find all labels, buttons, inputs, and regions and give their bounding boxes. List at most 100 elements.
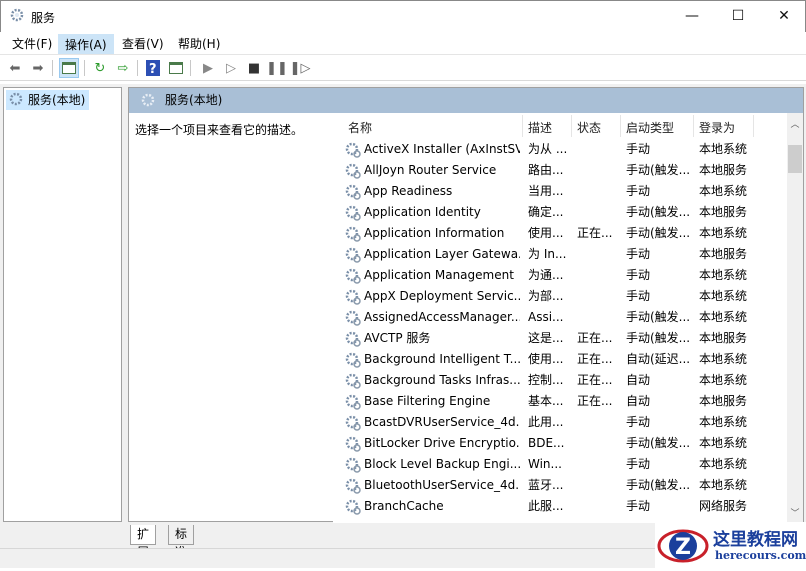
service-gear-icon (345, 331, 361, 347)
service-name: AllJoyn Router Service (364, 160, 520, 181)
properties-pane-icon[interactable] (166, 58, 186, 78)
service-status: 正在... (577, 349, 619, 370)
toolbar: ⬅ ➡ ↻ ⇨ ? ▶ ▷ ■ ❚❚ ❚▷ (0, 55, 806, 81)
table-row[interactable]: Base Filtering Engine基本...正在...自动本地服务 (333, 391, 789, 412)
table-row[interactable]: Background Intelligent T...使用...正在...自动(… (333, 349, 789, 370)
service-startup-type: 手动 (626, 265, 692, 286)
service-description: 当用... (528, 181, 570, 202)
service-gear-icon (345, 226, 361, 242)
table-row[interactable]: AssignedAccessManager...Assi...手动(触发...本… (333, 307, 789, 328)
pane-title: 服务(本地) (165, 93, 222, 107)
refresh-icon[interactable]: ↻ (90, 58, 110, 78)
pane-header: 服务(本地) (129, 88, 803, 113)
service-gear-icon (345, 247, 361, 263)
service-log-on-as: 本地系统 (699, 223, 755, 244)
service-startup-type: 手动(触发... (626, 433, 692, 454)
start-service-alt-icon[interactable]: ▷ (221, 58, 241, 78)
tab-extended[interactable]: 扩展 (130, 525, 156, 545)
column-status[interactable]: 状态 (577, 119, 601, 136)
table-row[interactable]: Block Level Backup Engi...Win...手动本地系统 (333, 454, 789, 475)
service-name: AssignedAccessManager... (364, 307, 520, 328)
title-bar: 服务 — ☐ ✕ (0, 0, 806, 32)
table-row[interactable]: BcastDVRUserService_4d...此用...手动本地系统 (333, 412, 789, 433)
service-name: ActiveX Installer (AxInstSV) (364, 139, 520, 160)
service-name: App Readiness (364, 181, 520, 202)
service-description: 此服... (528, 496, 570, 517)
scrollbar-thumb[interactable] (788, 145, 802, 173)
service-gear-icon (345, 394, 361, 410)
services-gear-icon (9, 92, 25, 108)
service-log-on-as: 本地系统 (699, 286, 755, 307)
table-row[interactable]: AppX Deployment Servic... 为部... 手动本地系统 (333, 286, 789, 307)
watermark-en: herecours.com (715, 549, 806, 562)
maximize-button[interactable]: ☐ (715, 1, 761, 32)
scroll-up-icon[interactable]: ︿ (787, 117, 803, 130)
service-name: AppX Deployment Servic... (364, 286, 520, 307)
service-startup-type: 手动 (626, 139, 692, 160)
service-description: 为部... (528, 286, 570, 307)
stop-service-icon[interactable]: ■ (244, 58, 264, 78)
service-startup-type: 手动(触发... (626, 307, 692, 328)
service-startup-type: 自动 (626, 391, 692, 412)
table-row[interactable]: Application Information使用...正在...手动(触发..… (333, 223, 789, 244)
table-row[interactable]: BranchCache此服...手动网络服务 (333, 496, 789, 517)
table-row[interactable]: BitLocker Drive Encryptio...BDE...手动(触发.… (333, 433, 789, 454)
table-row[interactable]: Application Identity确定...手动(触发...本地服务 (333, 202, 789, 223)
forward-arrow-icon[interactable]: ➡ (28, 58, 48, 78)
service-startup-type: 手动 (626, 286, 692, 307)
service-name: Base Filtering Engine (364, 391, 520, 412)
service-startup-type: 自动 (626, 370, 692, 391)
menu-file[interactable]: 文件(F) (6, 34, 58, 54)
column-log-on-as[interactable]: 登录为 (699, 119, 735, 136)
watermark-cn: 这里教程网 (713, 525, 798, 550)
services-gear-icon (10, 8, 26, 24)
tree-node-services-local[interactable]: 服务(本地) (6, 90, 89, 110)
table-row[interactable]: BluetoothUserService_4d...蓝牙...手动(触发...本… (333, 475, 789, 496)
help-icon[interactable]: ? (143, 58, 163, 78)
table-row[interactable]: Background Tasks Infras...控制...正在...自动本地… (333, 370, 789, 391)
service-name: Application Information (364, 223, 520, 244)
svg-text:?: ? (149, 62, 157, 76)
menu-action[interactable]: 操作(A) (58, 34, 114, 54)
service-log-on-as: 本地系统 (699, 265, 755, 286)
table-row[interactable]: Application Layer Gatewa...为 In...手动本地服务 (333, 244, 789, 265)
service-log-on-as: 本地服务 (699, 244, 755, 265)
service-log-on-as: 本地系统 (699, 433, 755, 454)
back-arrow-icon[interactable]: ⬅ (5, 58, 25, 78)
service-startup-type: 手动(触发... (626, 160, 692, 181)
service-description: 蓝牙... (528, 475, 570, 496)
menu-help[interactable]: 帮助(H) (172, 34, 226, 54)
table-row[interactable]: AVCTP 服务这是...正在...手动(触发...本地服务 (333, 328, 789, 349)
service-description: 使用... (528, 349, 570, 370)
tab-standard[interactable]: 标准 (168, 525, 194, 545)
start-service-icon[interactable]: ▶ (198, 58, 218, 78)
column-startup-type[interactable]: 启动类型 (626, 119, 674, 136)
vertical-scrollbar[interactable]: ︿ ﹀ (787, 113, 803, 523)
table-row[interactable]: ActiveX Installer (AxInstSV)为从 ...手动本地系统 (333, 139, 789, 160)
pause-service-icon[interactable]: ❚❚ (267, 58, 287, 78)
export-list-icon[interactable]: ⇨ (113, 58, 133, 78)
service-log-on-as: 本地系统 (699, 454, 755, 475)
table-row[interactable]: AllJoyn Router Service路由...手动(触发...本地服务 (333, 160, 789, 181)
description-text: 选择一个项目来查看它的描述。 (135, 121, 303, 138)
restart-service-icon[interactable]: ❚▷ (290, 58, 310, 78)
scroll-down-icon[interactable]: ﹀ (787, 506, 803, 519)
column-description[interactable]: 描述 (528, 119, 552, 136)
show-hide-console-tree-icon[interactable] (59, 58, 79, 78)
service-description: BDE... (528, 433, 570, 454)
service-startup-type: 手动 (626, 454, 692, 475)
menu-view[interactable]: 查看(V) (116, 34, 170, 54)
service-gear-icon (345, 373, 361, 389)
service-gear-icon (345, 352, 361, 368)
table-row[interactable]: Application Management为通...手动本地系统 (333, 265, 789, 286)
table-row[interactable]: App Readiness当用...手动本地系统 (333, 181, 789, 202)
close-button[interactable]: ✕ (761, 1, 806, 32)
service-log-on-as: 本地系统 (699, 349, 755, 370)
service-status: 正在... (577, 328, 619, 349)
minimize-button[interactable]: — (669, 1, 715, 32)
column-name[interactable]: 名称 (348, 119, 372, 136)
service-log-on-as: 网络服务 (699, 496, 755, 517)
service-startup-type: 自动(延迟... (626, 349, 692, 370)
details-pane: 服务(本地) 选择一个项目来查看它的描述。 ^ 名称 描述 状态 启动类型 登录… (128, 87, 804, 522)
menu-bar: 文件(F) 操作(A) 查看(V) 帮助(H) (0, 32, 806, 55)
